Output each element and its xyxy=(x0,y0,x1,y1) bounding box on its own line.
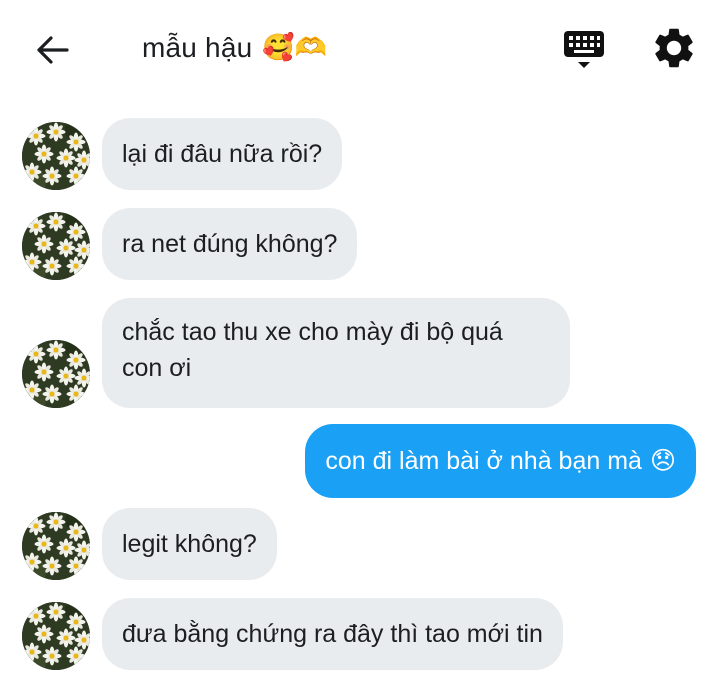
message-bubble-outgoing[interactable]: con đi làm bài ở nhà bạn mà 😞 xyxy=(305,424,696,498)
back-button[interactable] xyxy=(30,28,74,72)
message-text: ra net đúng không? xyxy=(122,230,338,258)
gear-icon xyxy=(655,28,693,68)
message-row: legit không? xyxy=(0,508,720,580)
avatar[interactable] xyxy=(22,340,90,408)
avatar-image xyxy=(22,602,90,670)
chat-header: mẫu hậu 🥰🫶 xyxy=(0,0,720,100)
message-bubble[interactable]: legit không? xyxy=(102,508,277,580)
contact-name[interactable]: mẫu hậu 🥰🫶 xyxy=(142,26,327,70)
keyboard-icon xyxy=(564,31,604,68)
message-bubble[interactable]: chắc tao thu xe cho mày đi bộ quá con ơi xyxy=(102,298,570,408)
avatar[interactable] xyxy=(22,122,90,190)
message-text-line: chắc tao thu xe cho mày đi bộ quá xyxy=(122,318,503,346)
message-row: chắc tao thu xe cho mày đi bộ quá con ơi xyxy=(0,298,720,408)
avatar-image xyxy=(22,512,90,580)
avatar[interactable] xyxy=(22,512,90,580)
contact-name-text: mẫu hậu xyxy=(142,32,253,63)
avatar-image xyxy=(22,212,90,280)
avatar-image xyxy=(22,122,90,190)
message-bubble[interactable]: đưa bằng chứng ra đây thì tao mới tin xyxy=(102,598,563,670)
message-text-line: con ơi xyxy=(122,354,192,382)
message-text: con đi làm bài ở nhà bạn mà xyxy=(325,447,642,475)
avatar[interactable] xyxy=(22,602,90,670)
avatar[interactable] xyxy=(22,212,90,280)
contact-name-emoji: 🥰🫶 xyxy=(262,33,328,63)
message-text: đưa bằng chứng ra đây thì tao mới tin xyxy=(122,620,543,648)
message-text: legit không? xyxy=(122,530,257,558)
message-row: lại đi đâu nữa rồi? xyxy=(0,118,720,190)
keyboard-button[interactable] xyxy=(560,26,610,72)
message-row: ra net đúng không? xyxy=(0,208,720,280)
message-bubble[interactable]: ra net đúng không? xyxy=(102,208,358,280)
arrow-left-icon xyxy=(37,36,69,64)
message-text: lại đi đâu nữa rồi? xyxy=(122,140,323,168)
message-bubble[interactable]: lại đi đâu nữa rồi? xyxy=(102,118,343,190)
message-row: đưa bằng chứng ra đây thì tao mới tin xyxy=(0,598,720,670)
settings-button[interactable] xyxy=(650,24,698,72)
message-row: con đi làm bài ở nhà bạn mà 😞 xyxy=(0,424,720,498)
avatar-image xyxy=(22,340,90,408)
message-emoji: 😞 xyxy=(649,446,676,475)
